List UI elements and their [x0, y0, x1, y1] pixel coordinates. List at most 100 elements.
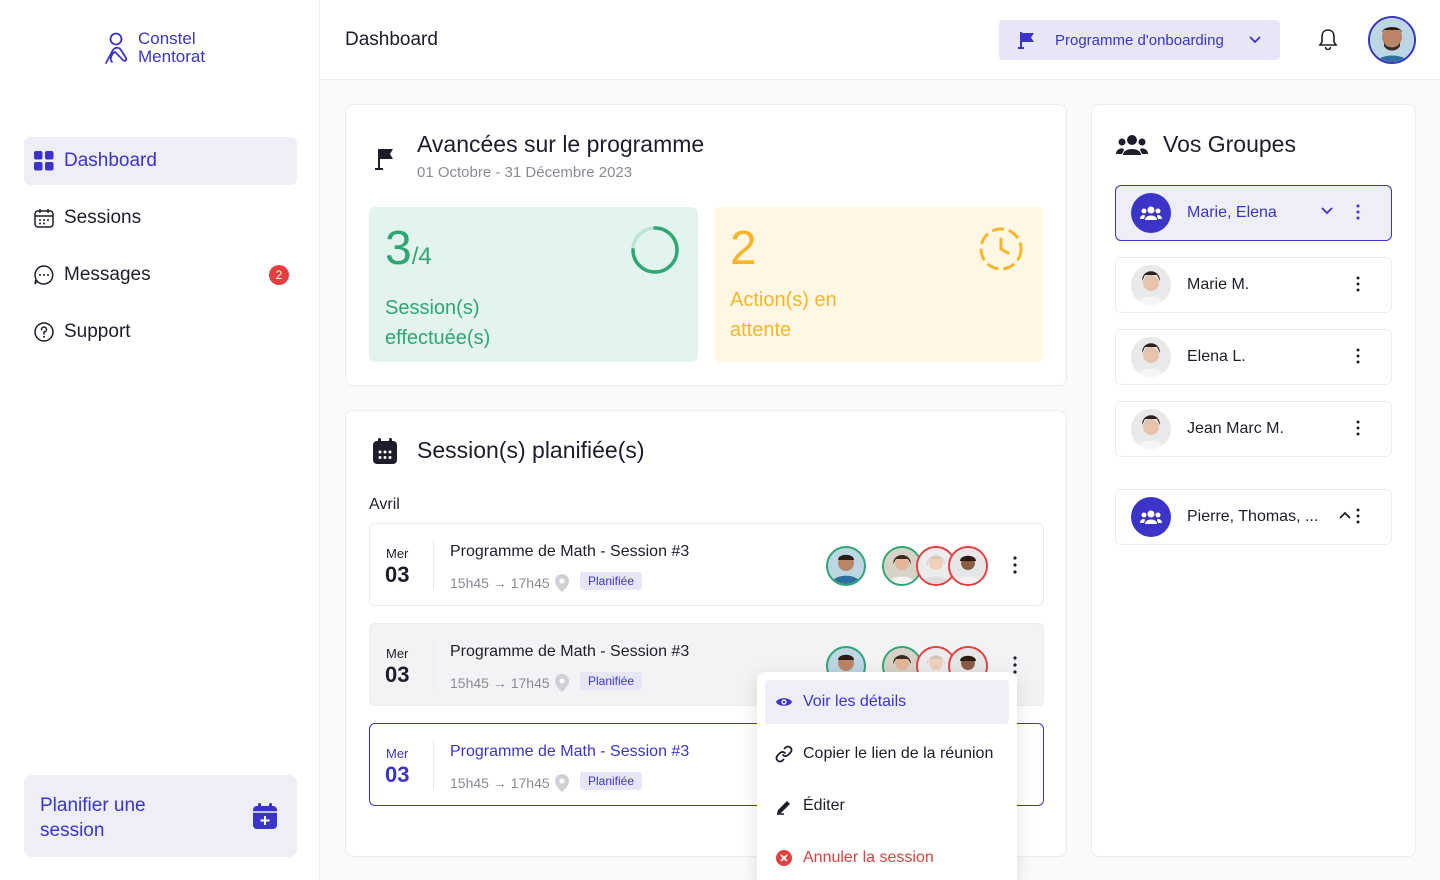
group-name: Pierre, Thomas, ...: [1187, 508, 1319, 525]
session-time: 15h45 → 17h45: [450, 675, 550, 691]
groups-card: Vos Groupes Marie, Elena Marie M. Elena …: [1091, 104, 1416, 857]
calendar-icon: [34, 209, 54, 228]
status-badge: Planifiée: [580, 772, 643, 790]
menu-item-label: Copier le lien de la réunion: [803, 745, 994, 762]
group-name: Marie, Elena: [1187, 204, 1277, 221]
member-name: Marie M.: [1187, 276, 1250, 293]
sidebar-item-support[interactable]: Support: [24, 308, 297, 356]
sidebar-item-sessions[interactable]: Sessions: [24, 194, 297, 242]
session-day: Mer: [386, 646, 409, 661]
session-time: 15h45 → 17h45: [450, 575, 550, 591]
group-item[interactable]: Pierre, Thomas, ...: [1115, 489, 1392, 545]
menu-item-label: Éditer: [803, 797, 845, 814]
app-logo[interactable]: Constel Mentorat: [104, 30, 205, 66]
sessions-done-stat: 3/4 Session(s) effectuée(s): [369, 207, 698, 362]
session-day: Mer: [386, 746, 409, 761]
logo-line1: Constel: [138, 29, 196, 48]
more-options-icon[interactable]: [1013, 556, 1017, 574]
pending-actions-label: Action(s) en attente: [730, 289, 837, 341]
flag-icon: [1018, 32, 1034, 49]
member-name: Jean Marc M.: [1187, 420, 1284, 437]
user-avatar[interactable]: [1368, 16, 1416, 64]
program-period: 01 Octobre - 31 Décembre 2023: [417, 164, 633, 181]
session-row[interactable]: Mer 03 Programme de Math - Session #3 15…: [369, 523, 1044, 606]
status-badge: Planifiée: [580, 572, 643, 590]
menu-item-view-details[interactable]: Voir les détails: [765, 680, 1009, 724]
status-badge: Planifiée: [580, 672, 643, 690]
plan-session-button[interactable]: Planifier une session: [24, 775, 297, 857]
member-name: Elena L.: [1187, 348, 1246, 365]
grid-icon: [34, 151, 54, 171]
eye-icon: [776, 698, 792, 706]
session-date: 03: [385, 662, 410, 687]
session-date: 03: [385, 562, 410, 587]
program-select[interactable]: Programme d'onboarding: [999, 20, 1280, 60]
sidebar: Constel Mentorat Dashboard Sessions Mess…: [0, 0, 320, 880]
member-avatar: [1131, 337, 1171, 377]
month-label: Avril: [369, 496, 400, 513]
pencil-icon: [777, 801, 790, 815]
calendar-icon: [373, 438, 397, 464]
group-member-item[interactable]: Elena L.: [1115, 329, 1392, 385]
session-context-menu: Voir les détails Copier le lien de la ré…: [757, 672, 1017, 880]
chat-icon: [34, 265, 54, 285]
more-options-icon[interactable]: [1356, 420, 1360, 436]
mentee-avatar: [948, 546, 988, 586]
card-title: Avancées sur le programme: [417, 131, 705, 157]
card-title: Session(s) planifiée(s): [417, 437, 645, 463]
logo-line2: Mentorat: [138, 47, 206, 66]
program-progress-card: Avancées sur le programme 01 Octobre - 3…: [345, 104, 1067, 386]
more-options-icon[interactable]: [1356, 508, 1360, 524]
group-item[interactable]: Marie, Elena: [1115, 185, 1392, 241]
mentor-avatar: [826, 546, 866, 586]
chevron-down-icon: [1249, 36, 1261, 44]
session-title: Programme de Math - Session #3: [450, 643, 690, 660]
sidebar-item-messages[interactable]: Messages 2: [24, 251, 297, 299]
flag-icon: [375, 149, 393, 170]
progress-ring-icon: [631, 226, 679, 274]
sidebar-item-label: Dashboard: [64, 150, 157, 171]
more-options-icon[interactable]: [1013, 656, 1017, 674]
sidebar-item-label: Messages: [64, 264, 151, 285]
chevron-up-icon[interactable]: [1338, 508, 1352, 522]
link-icon: [775, 745, 793, 763]
session-day: Mer: [386, 546, 409, 561]
sidebar-item-dashboard[interactable]: Dashboard: [24, 137, 297, 185]
more-options-icon[interactable]: [1356, 204, 1360, 220]
sessions-total: /4: [411, 243, 432, 270]
member-avatar: [1131, 265, 1171, 305]
session-title: Programme de Math - Session #3: [450, 743, 690, 760]
sessions-done-value: 3: [385, 222, 412, 275]
program-select-value: Programme d'onboarding: [1055, 31, 1224, 49]
chevron-down-icon[interactable]: [1320, 204, 1334, 218]
close-circle-icon: [776, 850, 792, 866]
sidebar-item-label: Sessions: [64, 207, 142, 228]
sessions-done-label: Session(s) effectuée(s): [385, 297, 491, 349]
logo-icon: [105, 32, 128, 64]
location-pin-icon: [555, 574, 569, 592]
more-options-icon[interactable]: [1356, 348, 1360, 364]
card-title: Vos Groupes: [1163, 131, 1296, 157]
clock-icon: [979, 227, 1023, 271]
calendar-add-icon: [253, 803, 277, 829]
divider: [433, 540, 434, 590]
sidebar-item-label: Support: [64, 321, 131, 342]
group-icon: [1131, 497, 1171, 537]
location-pin-icon: [555, 774, 569, 792]
divider: [433, 740, 434, 790]
bell-icon[interactable]: [1318, 28, 1338, 50]
pending-actions-stat: 2 Action(s) en attente: [714, 207, 1043, 362]
menu-item-copy-link[interactable]: Copier le lien de la réunion: [765, 732, 1009, 776]
more-options-icon[interactable]: [1356, 276, 1360, 292]
group-icon: [1131, 193, 1171, 233]
menu-item-cancel-session[interactable]: Annuler la session: [765, 836, 1009, 880]
sidebar-nav: Dashboard Sessions Messages 2 Support: [24, 137, 297, 365]
help-icon: [34, 322, 54, 342]
top-bar: Dashboard Programme d'onboarding: [320, 0, 1440, 80]
menu-item-label: Voir les détails: [803, 693, 907, 710]
divider: [433, 640, 434, 690]
group-member-item[interactable]: Jean Marc M.: [1115, 401, 1392, 457]
menu-item-edit[interactable]: Éditer: [765, 784, 1009, 828]
group-member-item[interactable]: Marie M.: [1115, 257, 1392, 313]
session-time: 15h45 → 17h45: [450, 775, 550, 791]
